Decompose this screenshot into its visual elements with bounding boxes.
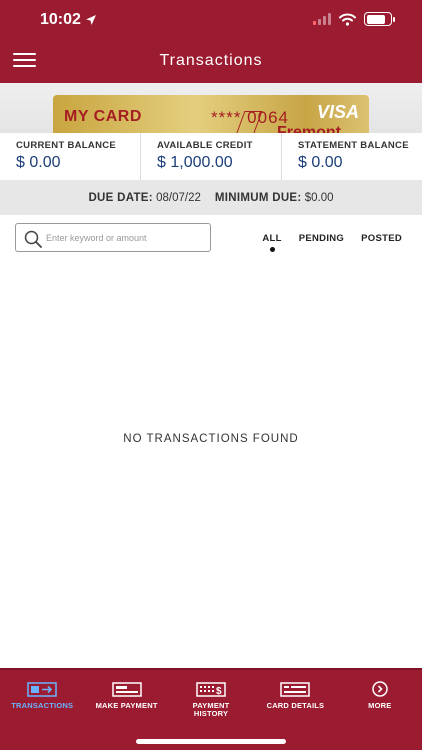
nav-make-payment[interactable]: MAKE PAYMENT [84, 670, 168, 750]
transaction-filter-tabs: ALL PENDING POSTED [262, 233, 402, 252]
credit-card-image[interactable]: MY CARD **** 0064 Fremont VISA [53, 95, 369, 133]
nav-more-label: MORE [368, 701, 392, 710]
minimum-due-label: MINIMUM DUE: [214, 191, 302, 204]
due-date: DUE DATE: 08/07/22 [88, 192, 200, 204]
transactions-icon [27, 681, 57, 697]
card-brand-logo: Fremont [277, 124, 341, 133]
credit-card-icon [111, 681, 142, 697]
nav-payment-history[interactable]: $ PAYMENT HISTORY [169, 670, 253, 750]
card-image-area: MY CARD **** 0064 Fremont VISA [0, 83, 422, 133]
battery-icon [364, 12, 395, 26]
status-icons [313, 12, 395, 26]
home-indicator [136, 739, 286, 744]
svg-text:$: $ [216, 686, 222, 697]
minimum-due-value: $0.00 [304, 191, 334, 204]
visa-logo: VISA [316, 102, 359, 122]
search-box[interactable] [15, 223, 211, 252]
nav-card-details-label: CARD DETAILS [266, 701, 325, 710]
nav-transactions[interactable]: TRANSACTIONS [0, 670, 84, 750]
current-balance-label: CURRENT BALANCE [16, 140, 117, 151]
nav-transactions-label: TRANSACTIONS [11, 701, 74, 710]
due-date-label: DUE DATE: [88, 191, 153, 204]
due-info-row: DUE DATE: 08/07/22 MINIMUM DUE: $0.00 [0, 180, 422, 215]
status-time-text: 10:02 [40, 11, 81, 28]
statement-balance: STATEMENT BALANCE $ 0.00 [281, 133, 422, 180]
page-title: Transactions [159, 52, 263, 69]
status-time: 10:02 [40, 11, 97, 29]
wifi-icon [339, 13, 356, 26]
cellular-signal-icon [313, 13, 331, 25]
current-balance: CURRENT BALANCE $ 0.00 [0, 133, 140, 180]
app-header: 10:02 Transactions [0, 0, 422, 83]
nav-payment-history-label: PAYMENT HISTORY [192, 701, 230, 719]
nav-card-details[interactable]: CARD DETAILS [253, 670, 337, 750]
statement-balance-label: STATEMENT BALANCE [298, 140, 409, 151]
search-input[interactable] [46, 228, 204, 248]
card-details-icon [280, 681, 311, 697]
calendar-dollar-icon: $ [196, 681, 226, 697]
filter-tab-posted[interactable]: POSTED [361, 233, 402, 244]
available-credit-value: $ 1,000.00 [157, 154, 233, 171]
search-icon [24, 230, 42, 248]
filter-tab-pending[interactable]: PENDING [299, 233, 344, 244]
card-name: MY CARD [64, 108, 142, 125]
due-date-value: 08/07/22 [156, 191, 201, 204]
nav-make-payment-label: MAKE PAYMENT [95, 701, 158, 710]
balance-summary: CURRENT BALANCE $ 0.00 AVAILABLE CREDIT … [0, 133, 422, 180]
chevron-right-circle-icon [372, 681, 388, 697]
bottom-navigation: TRANSACTIONS MAKE PAYMENT $ PAYMENT HIST… [0, 668, 422, 750]
minimum-due: MINIMUM DUE: $0.00 [215, 192, 334, 204]
nav-more[interactable]: MORE [338, 670, 422, 750]
empty-state-message: NO TRANSACTIONS FOUND [123, 433, 299, 445]
available-credit: AVAILABLE CREDIT $ 1,000.00 [140, 133, 281, 180]
statement-balance-value: $ 0.00 [298, 154, 343, 171]
filter-tab-all[interactable]: ALL [262, 233, 281, 252]
available-credit-label: AVAILABLE CREDIT [157, 140, 253, 151]
current-balance-value: $ 0.00 [16, 154, 61, 171]
location-arrow-icon [85, 15, 96, 25]
